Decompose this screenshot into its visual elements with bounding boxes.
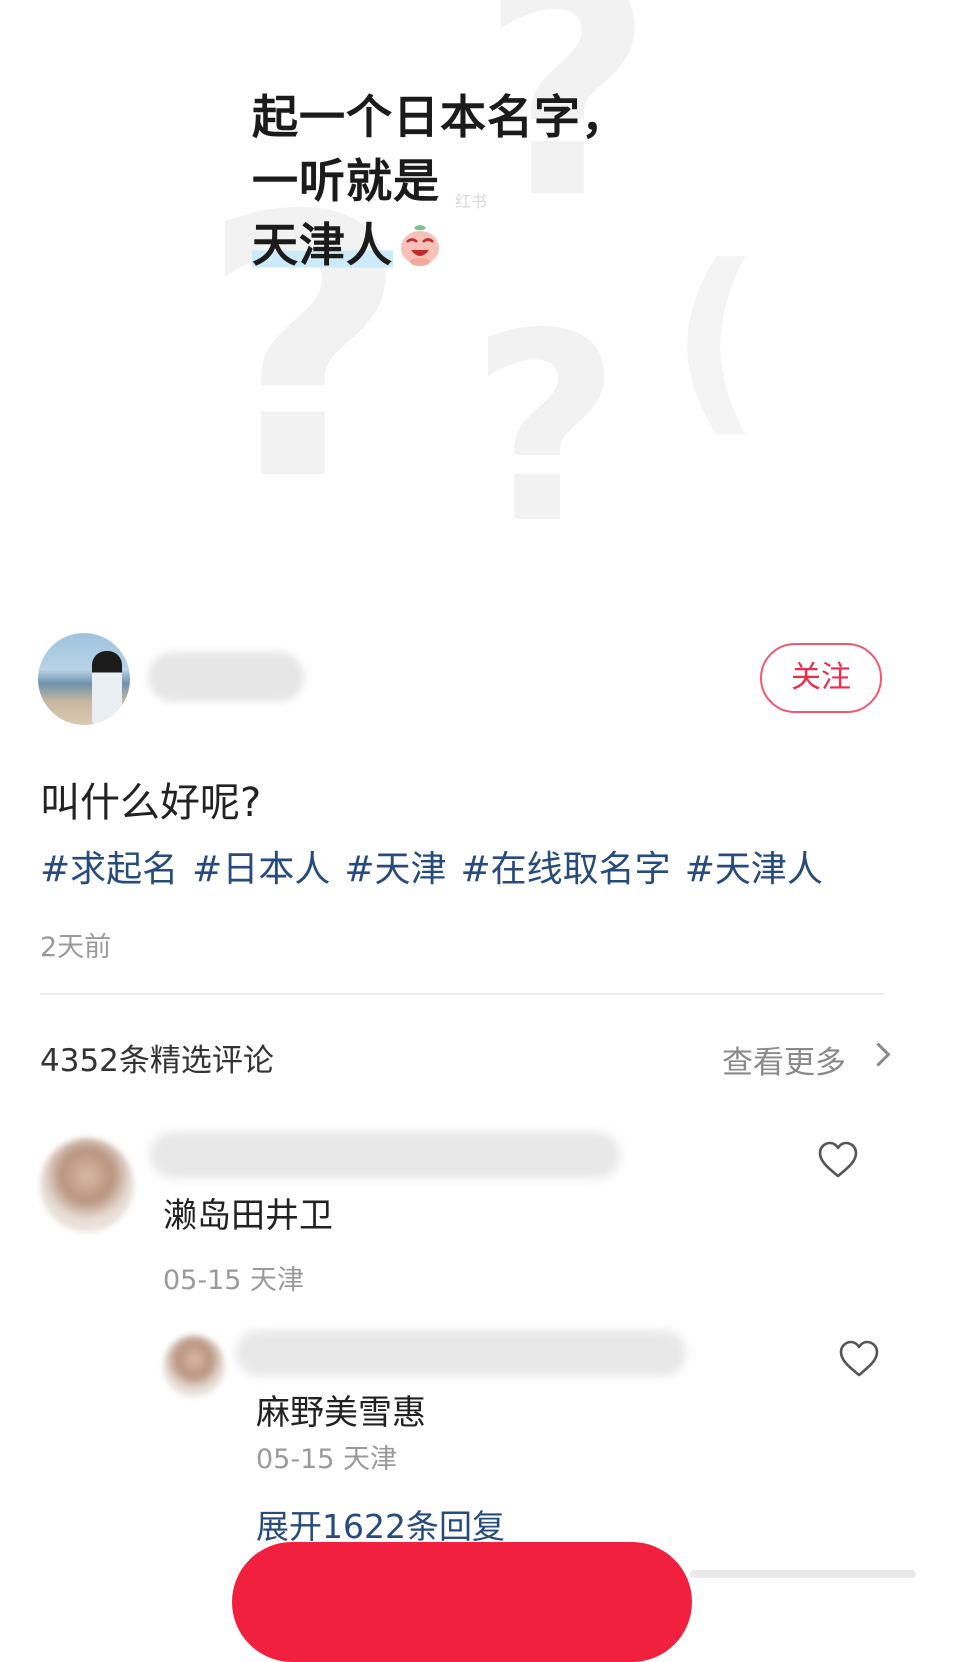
hashtag-link[interactable]: #天津人 (685, 849, 823, 890)
laughing-face-icon (401, 224, 439, 266)
question-mark-decoration: ? (470, 279, 621, 581)
post-tags: #求起名 #日本人 #天津 #在线取名字 #天津人 (40, 840, 837, 892)
follow-button[interactable]: 关注 (760, 643, 882, 713)
hashtag-link[interactable]: #在线取名字 (461, 849, 671, 890)
hashtag-link[interactable]: #求起名 (40, 849, 178, 890)
commenter-avatar[interactable] (40, 1138, 134, 1232)
cover-title-line: 一听就是 (252, 154, 440, 208)
comment-text: 濑岛田井卫 (163, 1196, 333, 1236)
comment-count-label: 4352条精选评论 (40, 1043, 274, 1079)
heart-icon[interactable] (817, 1141, 859, 1179)
reply-meta: 05-15 天津 (256, 1444, 398, 1475)
expand-replies-link[interactable]: 展开1622条回复 (256, 1500, 505, 1548)
reply-text: 麻野美雪惠 (256, 1393, 426, 1433)
replier-avatar[interactable] (163, 1335, 225, 1397)
bottom-bar (690, 1570, 916, 1578)
cover-title-highlight: 天津人 (252, 218, 393, 272)
cover-title: 起一个日本名字， 一听就是 天津人 (252, 85, 628, 277)
comment-meta: 05-15 天津 (163, 1265, 305, 1296)
bottom-action-button[interactable] (232, 1542, 692, 1662)
cover-title-line-highlight: 天津人 (252, 213, 628, 277)
author-avatar[interactable] (38, 633, 130, 725)
divider (40, 993, 884, 995)
hashtag-link[interactable]: #天津 (344, 849, 446, 890)
question-mark-decoration: ( (670, 223, 762, 456)
author-name-blurred[interactable] (148, 652, 304, 702)
chevron-right-icon[interactable] (866, 1042, 891, 1067)
avatar-person (92, 651, 122, 725)
watermark-text: 红书 (455, 192, 488, 211)
cover-title-line: 起一个日本名字， (252, 90, 628, 144)
post-timestamp: 2天前 (40, 932, 112, 963)
heart-icon[interactable] (838, 1340, 880, 1378)
see-more-link[interactable]: 查看更多 (722, 1037, 846, 1082)
replier-name-blurred[interactable] (236, 1330, 686, 1376)
commenter-name-blurred[interactable] (150, 1132, 620, 1178)
hashtag-link[interactable]: #日本人 (192, 849, 330, 890)
post-title: 叫什么好呢? (40, 780, 262, 826)
post-cover-image[interactable]: ? ? ? ( 起一个日本名字， 一听就是 天津人 红书 (0, 0, 960, 600)
